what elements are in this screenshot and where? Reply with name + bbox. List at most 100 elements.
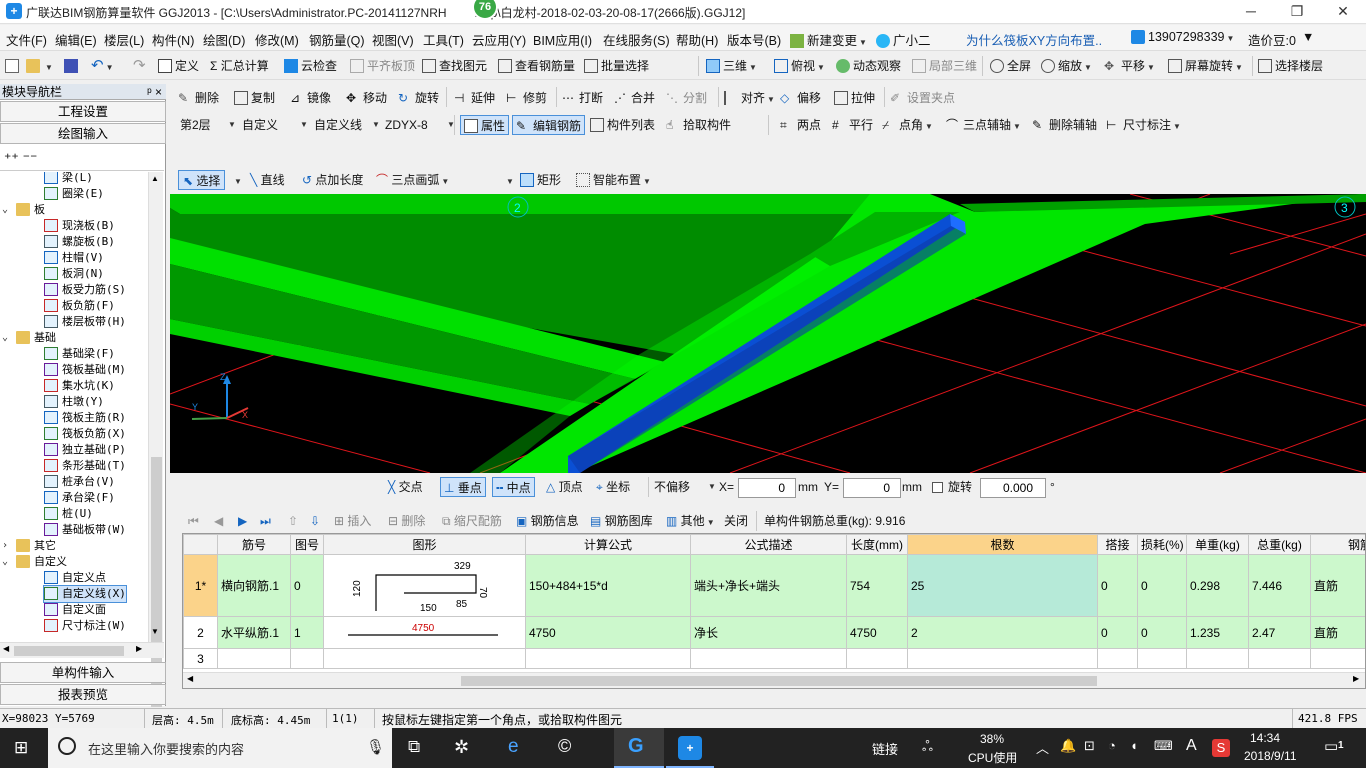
column-header[interactable]: 钢筋归类 xyxy=(1310,534,1365,555)
parallel-axis-button[interactable]: # 平行 xyxy=(832,115,873,135)
floor-select[interactable]: 第2层 ▼ xyxy=(180,115,236,135)
vertex-snap[interactable]: △ 顶点 xyxy=(546,477,583,497)
calc-button[interactable]: Σ 汇总计算 xyxy=(210,56,269,76)
tree-folder[interactable]: ⌄ 板 xyxy=(2,202,45,218)
cell-count[interactable]: 2 xyxy=(907,616,1098,649)
zoom-button[interactable]: 缩放 ▼ xyxy=(1041,56,1092,76)
menu-rebar-qty[interactable]: 钢筋量(Q) xyxy=(309,30,365,49)
move-down-button[interactable]: ⇩ xyxy=(310,511,320,531)
menu-version[interactable]: 版本号(B) xyxy=(727,30,781,49)
cell-rebar-name[interactable] xyxy=(217,648,291,669)
tree-folder[interactable]: › 其它 xyxy=(2,538,56,554)
other-button[interactable]: ▥ 其他 ▼ xyxy=(666,511,715,531)
offset-button[interactable]: ◇ 偏移 xyxy=(780,88,821,108)
link-label[interactable]: 链接 xyxy=(872,739,898,758)
tree-item[interactable]: 自定义点 xyxy=(44,570,106,586)
tree-item[interactable]: 筏板主筋(R) xyxy=(44,410,126,426)
microphone-icon[interactable]: 🎙 xyxy=(366,738,385,756)
tree-scrollbar[interactable]: ▲ ▼ xyxy=(148,172,163,707)
three-point-arc-button[interactable]: ⌒ 三点画弧 ▼ xyxy=(376,170,449,190)
insert-row-button[interactable]: ⊞ 插入 xyxy=(334,511,371,531)
engineering-settings-button[interactable]: 工程设置 xyxy=(0,101,166,122)
midpoint-snap[interactable]: ╍ 中点 xyxy=(492,477,535,497)
cell-figure-no[interactable]: 1 xyxy=(290,616,324,649)
line-button[interactable]: ╲ 直线 xyxy=(250,170,285,190)
tree-item[interactable]: 柱帽(V) xyxy=(44,250,104,266)
expand-chevron-icon[interactable]: › xyxy=(2,538,8,554)
cell-lap[interactable]: 0 xyxy=(1097,554,1138,617)
select-floor-button[interactable]: 选择楼层 xyxy=(1258,56,1323,76)
column-header[interactable]: 单重(kg) xyxy=(1186,534,1249,555)
menu-edit[interactable]: 编辑(E) xyxy=(55,30,97,49)
point-length-button[interactable]: ↺ 点加长度 xyxy=(302,170,363,190)
subtype-select[interactable]: 自定义线 ▼ xyxy=(314,115,380,135)
select-button[interactable]: ⬉ 选择 xyxy=(178,170,226,190)
nav-pin-close[interactable]: ᵖ × xyxy=(147,84,162,100)
next-record-button[interactable]: ▶ xyxy=(238,511,247,531)
pan-button[interactable]: ✥ 平移 ▼ xyxy=(1104,56,1155,76)
tree-item[interactable]: 板洞(N) xyxy=(44,266,104,282)
windows-start-icon[interactable]: ⊞ xyxy=(14,738,28,758)
column-header[interactable]: 图形 xyxy=(323,534,526,555)
tray-chevron-icon[interactable]: ︿ xyxy=(1036,738,1049,757)
cell-length[interactable]: 4750 xyxy=(846,616,908,649)
swirl-app-icon[interactable]: © xyxy=(558,736,571,757)
intersection-snap[interactable]: ╳ 交点 xyxy=(388,477,423,497)
3d-button[interactable]: 三维 ▼ xyxy=(706,56,757,76)
menu-new-change[interactable]: 新建变更 ▼ xyxy=(790,30,867,49)
taskbar-ggj-app[interactable]: G xyxy=(614,728,664,768)
dimension-button[interactable]: ⊢ 尺寸标注 ▼ xyxy=(1106,115,1181,135)
rebar-info-button[interactable]: ▣ 钢筋信息 xyxy=(516,511,579,531)
y-offset-input[interactable] xyxy=(843,478,901,498)
column-header[interactable]: 筋号 xyxy=(217,534,291,555)
offset-mode-select[interactable]: 不偏移 ▼ xyxy=(654,477,716,497)
row-index[interactable]: 2 xyxy=(183,616,218,649)
perpendicular-snap[interactable]: ⊥ 垂点 xyxy=(440,477,486,497)
collapse-chevron-icon[interactable]: ⌄ xyxy=(2,330,8,346)
tray-network-icon[interactable]: ⊡ xyxy=(1084,738,1095,754)
table-row[interactable]: 1* 横向钢筋.1 0 329 70 120 150 85 150+484+15… xyxy=(183,554,1365,617)
cell-description[interactable]: 净长 xyxy=(690,616,847,649)
set-grip-button[interactable]: ✐ 设置夹点 xyxy=(890,88,955,108)
cost-beans[interactable]: 造价豆:0 xyxy=(1248,30,1296,49)
collapse-chevron-icon[interactable]: ⌄ xyxy=(2,202,8,218)
save-icon[interactable] xyxy=(64,56,81,76)
tree-item[interactable]: 自定义线(X) xyxy=(43,585,127,603)
menu-component[interactable]: 构件(N) xyxy=(152,30,194,49)
tree-item[interactable]: 基础梁(F) xyxy=(44,346,115,362)
copy-button[interactable]: 复制 xyxy=(234,88,275,108)
cell-rebar-name[interactable]: 横向钢筋.1 xyxy=(217,554,291,617)
cell-count[interactable] xyxy=(907,648,1098,669)
close-button[interactable]: ✕ xyxy=(1320,0,1366,24)
report-preview-button[interactable]: 报表预览 xyxy=(0,684,166,705)
clock-date[interactable]: 2018/9/11 xyxy=(1244,749,1297,763)
delete-axis-button[interactable]: ✎ 删除辅轴 xyxy=(1032,115,1097,135)
mirror-button[interactable]: ⊿ 镜像 xyxy=(290,88,331,108)
tree-item[interactable]: 柱墩(Y) xyxy=(44,394,104,410)
cell-category[interactable]: 直筋 xyxy=(1310,554,1365,617)
batch-select-button[interactable]: 批量选择 xyxy=(584,56,649,76)
tree-item[interactable]: 螺旋板(B) xyxy=(44,234,115,250)
drawing-input-button[interactable]: 绘图输入 xyxy=(0,123,166,144)
find-element-button[interactable]: 查找图元 xyxy=(422,56,487,76)
extend-button[interactable]: ⊣ 延伸 xyxy=(454,88,495,108)
tree-item[interactable]: 筏板基础(M) xyxy=(44,362,126,378)
delete-button[interactable]: ✎ 删除 xyxy=(178,88,219,108)
partial-3d-button[interactable]: 局部三维 xyxy=(912,56,977,76)
fan-app-icon[interactable]: ✲ xyxy=(454,737,469,758)
three-point-axis-button[interactable]: ⌒ 三点辅轴 ▼ xyxy=(946,115,1021,135)
cell-formula[interactable] xyxy=(525,648,691,669)
column-header[interactable]: 根数 xyxy=(907,534,1098,555)
tree-item[interactable]: 承台梁(F) xyxy=(44,490,115,506)
taskbar-search-box[interactable]: 在这里输入你要搜索的内容 🎙 xyxy=(48,728,392,768)
tree-item[interactable]: 板负筋(F) xyxy=(44,298,115,314)
edit-rebar-button[interactable]: ✎ 编辑钢筋 xyxy=(512,115,586,135)
menu-cloud[interactable]: 云应用(Y) xyxy=(472,30,526,49)
tree-folder[interactable]: ⌄ 基础 xyxy=(2,330,56,346)
align-button[interactable]: 对齐 ▼ xyxy=(724,88,775,108)
type-select[interactable]: 自定义 ▼ xyxy=(242,115,308,135)
component-list-button[interactable]: 构件列表 xyxy=(590,115,655,135)
menu-file[interactable]: 文件(F) xyxy=(6,30,47,49)
cell-formula[interactable]: 4750 xyxy=(525,616,691,649)
tree-item[interactable]: 梁(L) xyxy=(44,172,93,186)
